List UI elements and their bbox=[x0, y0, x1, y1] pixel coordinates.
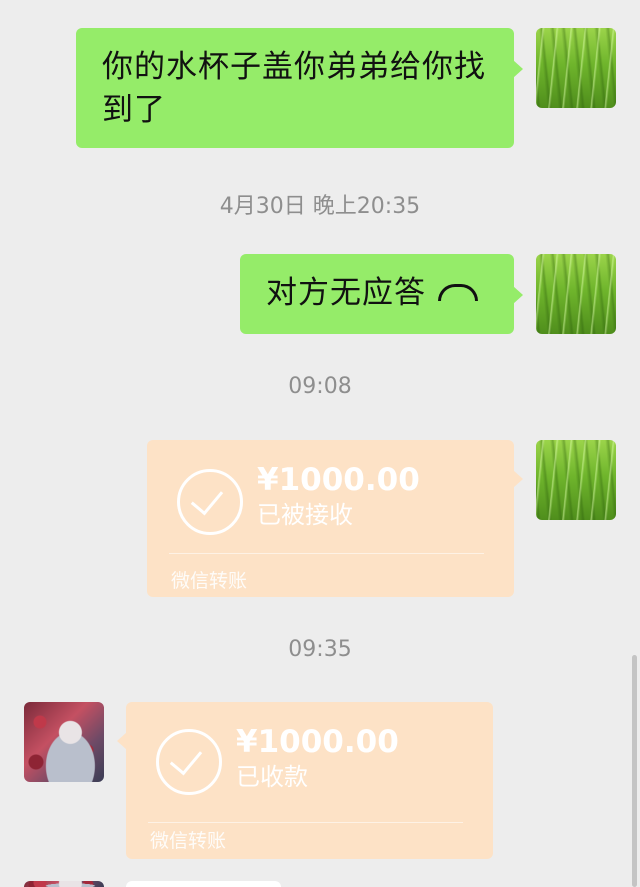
transfer-status: 已被接收 bbox=[257, 501, 353, 529]
message-text: 你的水杯子盖你弟弟给你找到了 bbox=[102, 49, 486, 128]
transfer-service-label: 微信转账 bbox=[171, 570, 248, 592]
call-status-bubble[interactable]: 对方无应答 bbox=[240, 254, 523, 334]
contact-avatar-partial[interactable] bbox=[24, 881, 104, 887]
scrollbar[interactable] bbox=[632, 655, 637, 887]
transfer-card-received[interactable]: ¥1000.00 已收款 微信转账 bbox=[117, 702, 493, 859]
call-status-text: 对方无应答 bbox=[266, 275, 426, 311]
hangup-phone-icon bbox=[438, 284, 478, 301]
transfer-amount: ¥1000.00 bbox=[236, 724, 399, 760]
contact-avatar[interactable] bbox=[24, 702, 104, 782]
my-avatar[interactable] bbox=[536, 28, 616, 108]
check-circle-icon bbox=[177, 469, 243, 535]
timestamp: 4月30日 晚上20:35 bbox=[219, 194, 421, 219]
transfer-status: 已收款 bbox=[236, 763, 308, 791]
my-avatar[interactable] bbox=[536, 254, 616, 334]
next-message-bubble-partial[interactable] bbox=[126, 881, 281, 887]
transfer-card-sent[interactable]: ¥1000.00 已被接收 微信转账 bbox=[147, 440, 523, 597]
my-avatar[interactable] bbox=[536, 440, 616, 520]
check-circle-icon bbox=[156, 729, 222, 795]
outgoing-message-bubble[interactable]: 你的水杯子盖你弟弟给你找到了 bbox=[76, 28, 523, 148]
transfer-service-label: 微信转账 bbox=[150, 830, 227, 852]
timestamp: 09:08 bbox=[288, 374, 352, 399]
timestamp: 09:35 bbox=[288, 637, 352, 662]
transfer-amount: ¥1000.00 bbox=[257, 462, 420, 498]
divider bbox=[169, 553, 484, 554]
divider bbox=[148, 822, 463, 823]
